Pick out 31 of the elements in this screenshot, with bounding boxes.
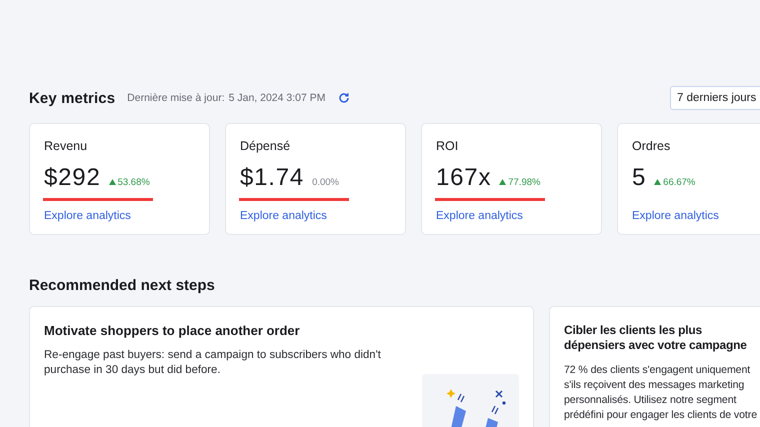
up-arrow-icon — [499, 179, 506, 185]
metric-label: ROI — [436, 139, 458, 153]
section-title: Key metrics — [29, 90, 116, 106]
metric-change: 0.00% — [312, 177, 339, 188]
metric-change: 53.68% — [118, 176, 150, 188]
card-title: Cibler les clients les plus dépensiers avec votre campagne — [564, 323, 748, 353]
explore-analytics-link[interactable]: Explore analytics — [240, 210, 327, 222]
recommendation-card[interactable] — [549, 306, 760, 427]
metric-value: 167x — [436, 164, 492, 192]
explore-analytics-link[interactable]: Explore analytics — [436, 210, 523, 222]
metric-label: Dépensé — [240, 139, 290, 153]
card-description: Re-engage past buyers: send a campaign to subscribers who didn't purchase in 30 days but did before. — [44, 348, 382, 378]
card-title: Motivate shoppers to place another order — [44, 323, 301, 338]
refresh-icon[interactable] — [338, 92, 350, 104]
last-updated-value: 5 Jan, 2024 3:07 PM — [228, 92, 326, 104]
explore-analytics-link[interactable]: Explore analytics — [44, 210, 131, 222]
up-arrow-icon — [654, 179, 662, 185]
recommendation-card[interactable]: Motivate shoppers to place another order Re-engage past buyers: send a campaign to subscribers who didn't purchase in 30 days but did before. — [29, 306, 534, 427]
metric-label: Revenu — [44, 139, 88, 153]
metric-value: $1.74 — [240, 164, 304, 192]
card-description: 72 % des clients s'engagent uniquement s'ils reçoivent des messages marketing personnalisés. Utilisez notre segment prédéfini pour engager les clients de votre — [564, 363, 758, 423]
metric-value: $292 — [44, 164, 101, 192]
last-updated-label: Dernière mise à jour: — [127, 92, 225, 104]
section-title: Recommended next steps — [29, 277, 216, 296]
metric-change: 66.67% — [663, 176, 696, 188]
explore-analytics-link[interactable]: Explore analytics — [632, 210, 719, 222]
metric-value: 5 — [632, 164, 646, 192]
metric-label: Ordres — [632, 139, 670, 153]
period-dropdown[interactable]: 7 derniers jours — [670, 86, 760, 110]
metric-change: 77.98% — [508, 176, 540, 188]
up-arrow-icon — [108, 179, 116, 185]
